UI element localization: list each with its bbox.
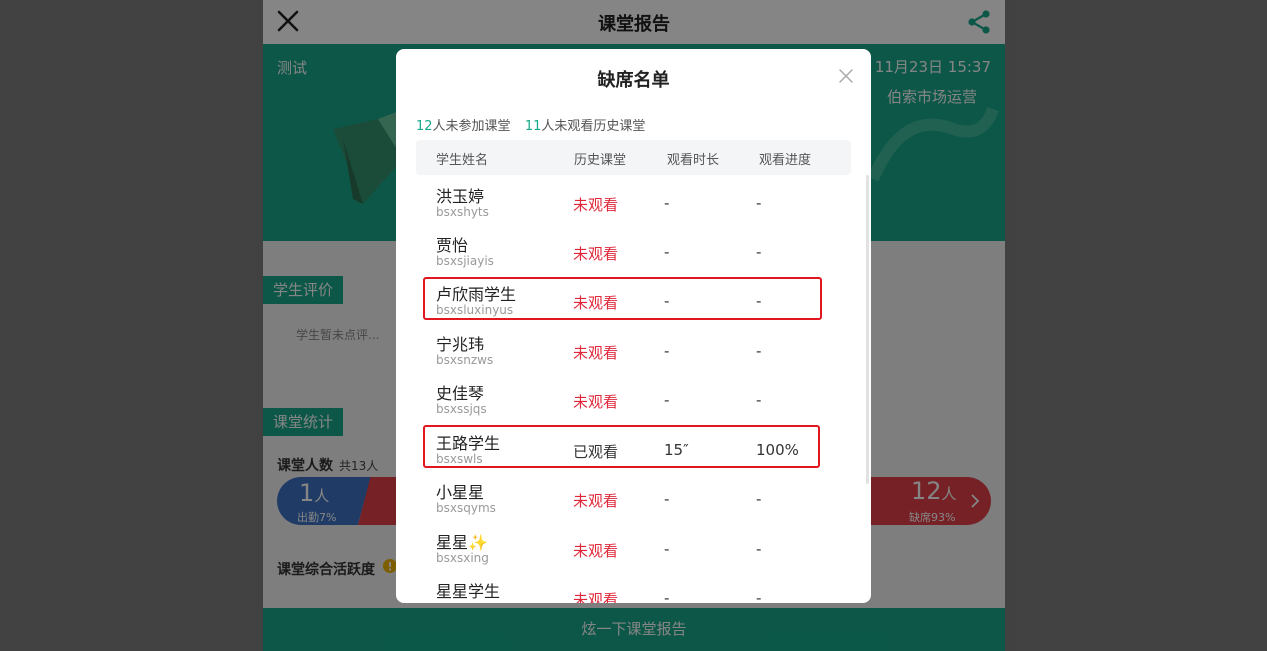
student-name: 小星星 — [436, 483, 485, 502]
watch-duration: - — [664, 194, 670, 212]
not-attended-text: 人未参加课堂 — [432, 119, 511, 134]
student-name: 星星学生 — [436, 582, 501, 601]
student-name: 史佳琴 — [436, 384, 485, 403]
watch-duration: - — [664, 243, 670, 261]
watch-progress: - — [756, 342, 762, 360]
student-id: bsxsnzws — [436, 353, 494, 367]
close-icon[interactable] — [839, 69, 853, 83]
watch-duration: - — [664, 342, 670, 360]
highlight-box — [423, 277, 822, 320]
watch-duration: - — [664, 490, 670, 508]
watch-progress: - — [756, 490, 762, 508]
table-row: 小星星 bsxsqyms 未观看 - - — [416, 479, 851, 529]
highlight-box — [423, 425, 820, 468]
table-row: 星星✨ bsxsxing 未观看 - - — [416, 529, 851, 579]
table-row: 洪玉婷 bsxshyts 未观看 - - — [416, 183, 851, 233]
table-row: 史佳琴 bsxssjqs 未观看 - - — [416, 380, 851, 430]
history-status: 未观看 — [573, 245, 619, 263]
history-status: 未观看 — [573, 393, 619, 411]
table-row: 宁兆玮 bsxsnzws 未观看 - - — [416, 331, 851, 381]
watch-duration: - — [664, 540, 670, 558]
student-name: 贾怡 — [436, 236, 469, 255]
not-watched-text: 人未观看历史课堂 — [541, 119, 646, 134]
table-row: 星星学生 未观看 - - — [416, 578, 851, 603]
watch-duration: - — [664, 391, 670, 409]
history-status: 未观看 — [573, 542, 619, 560]
not-attended-count: 12 — [416, 119, 433, 134]
history-status: 未观看 — [573, 591, 619, 603]
history-status: 未观看 — [573, 196, 619, 214]
watch-progress: - — [756, 540, 762, 558]
absence-summary: 12人未参加课堂 11人未观看历史课堂 — [416, 115, 645, 134]
modal-title: 缺席名单 — [597, 70, 670, 91]
col-watch-progress: 观看进度 — [759, 153, 812, 168]
history-status: 未观看 — [573, 492, 619, 510]
student-id: bsxsxing — [436, 551, 489, 565]
student-name: 星星✨ — [436, 533, 488, 552]
col-watch-duration: 观看时长 — [667, 153, 720, 168]
student-name: 洪玉婷 — [436, 187, 485, 206]
watch-progress: - — [756, 589, 762, 603]
student-name: 宁兆玮 — [436, 335, 485, 354]
col-student-name: 学生姓名 — [436, 153, 489, 168]
watch-progress: - — [756, 391, 762, 409]
table-row: 贾怡 bsxsjiayis 未观看 - - — [416, 232, 851, 282]
watch-progress: - — [756, 243, 762, 261]
history-status: 未观看 — [573, 344, 619, 362]
not-watched-count: 11 — [524, 119, 542, 134]
absence-list-modal: 缺席名单 12人未参加课堂 11人未观看历史课堂 学生姓名 历史课堂 观看时长 … — [396, 49, 871, 603]
scrollbar[interactable] — [866, 175, 869, 484]
student-id: bsxsqyms — [436, 501, 496, 515]
student-id: bsxssjqs — [436, 402, 487, 416]
watch-duration: - — [664, 589, 670, 603]
watch-progress: - — [756, 194, 762, 212]
student-id: bsxshyts — [436, 205, 489, 219]
table-header: 学生姓名 历史课堂 观看时长 观看进度 — [416, 140, 851, 175]
col-history-class: 历史课堂 — [574, 153, 627, 168]
student-id: bsxsjiayis — [436, 254, 494, 268]
